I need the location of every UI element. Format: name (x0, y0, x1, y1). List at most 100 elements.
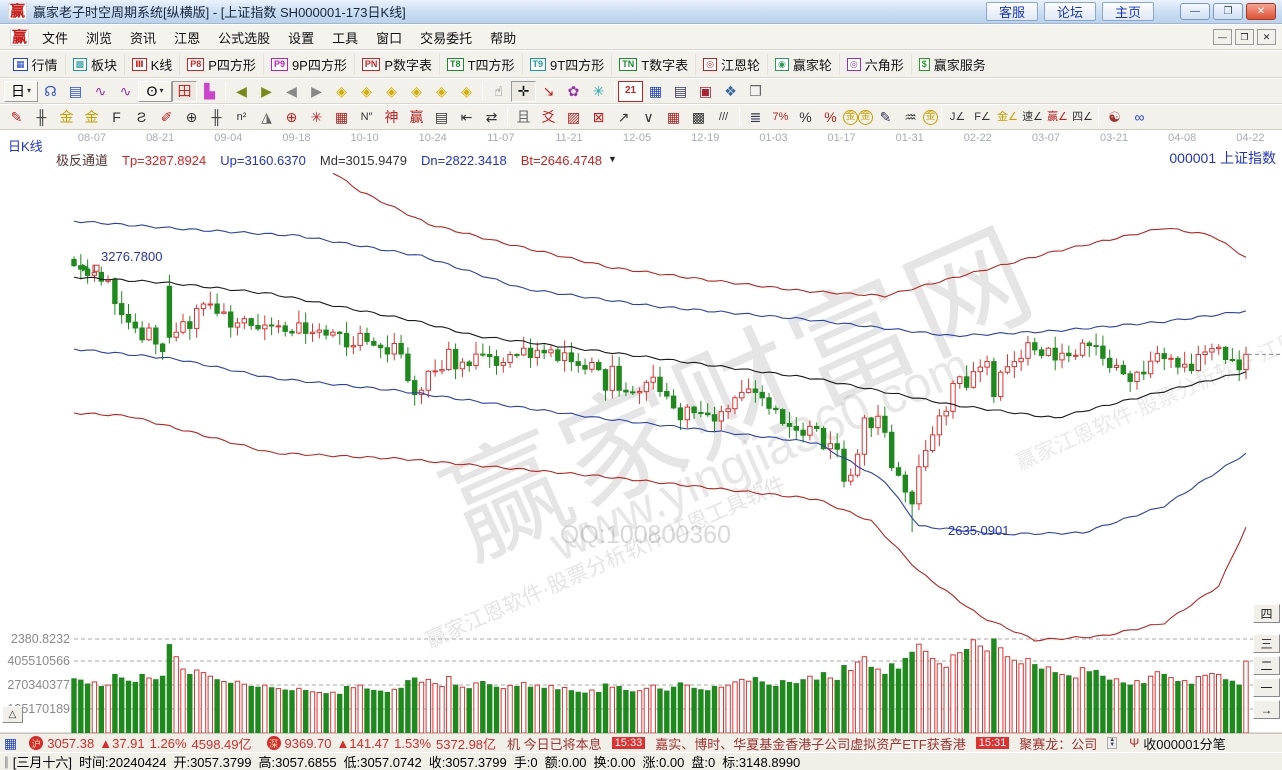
gold-comb-icon[interactable]: 金 (54, 107, 79, 128)
forum-button[interactable]: 论坛 (1044, 2, 1096, 21)
toolbar-button-江恩轮[interactable]: ◎江恩轮 (695, 54, 767, 75)
toolbar-button-K线[interactable]: ⅢK线 (124, 54, 179, 75)
menu-item-8[interactable]: 交易委托 (411, 26, 481, 49)
diamond-left-icon[interactable]: ◈ (329, 81, 354, 102)
toolbar-button-T数字表[interactable]: TNT数字表 (611, 54, 695, 75)
crosshair-icon[interactable]: ✛ (511, 81, 536, 102)
rays-icon[interactable]: 爻 (536, 107, 561, 128)
pencil-icon[interactable]: ✎ (4, 107, 29, 128)
sz-index-price[interactable]: 9369.70 (285, 736, 332, 751)
first-bar-icon[interactable]: ◀ (229, 81, 254, 102)
f-angle-icon[interactable]: F∠ (970, 107, 995, 128)
calculator-icon[interactable]: ▦ (643, 81, 668, 102)
pen2-icon[interactable]: ✐ (154, 107, 179, 128)
lattice-icon[interactable]: 田 (172, 81, 197, 102)
angle-tool-icon[interactable]: ◮ (254, 107, 279, 128)
hook-icon[interactable]: Ƨ (129, 107, 154, 128)
pen3-icon[interactable]: ✎ (873, 107, 898, 128)
toolbar-button-9T四方形[interactable]: T99T四方形 (522, 54, 612, 75)
pane-split-button-5[interactable]: → (1253, 700, 1280, 719)
range-icon[interactable]: ⇄ (479, 107, 504, 128)
diamond-expand-icon[interactable]: ◈ (379, 81, 404, 102)
flower-icon[interactable]: ✿ (561, 81, 586, 102)
percent-icon[interactable]: % (793, 107, 818, 128)
gold-comb2-icon[interactable]: 金 (79, 107, 104, 128)
windows-icon[interactable]: ❖ (718, 81, 743, 102)
grid-red2-icon[interactable]: ▦ (661, 107, 686, 128)
maximize-button[interactable]: ❐ (1213, 3, 1243, 20)
colorful-chart-icon[interactable]: ▙ (197, 81, 222, 102)
trendline-icon[interactable]: ↘ (536, 81, 561, 102)
period-selector[interactable]: 日▾ (4, 81, 38, 102)
four-angle-icon[interactable]: 四∠ (1070, 107, 1095, 128)
j-angle-icon[interactable]: J∠ (945, 107, 970, 128)
list-icon[interactable]: ≣ (743, 107, 768, 128)
menu-item-1[interactable]: 浏览 (77, 26, 121, 49)
percent-line-icon[interactable]: % (818, 107, 843, 128)
menu-item-0[interactable]: 文件 (33, 26, 77, 49)
market-grid-icon[interactable]: ▦ (4, 735, 17, 752)
n-squared-icon[interactable]: n² (229, 107, 254, 128)
menu-item-6[interactable]: 工具 (323, 26, 367, 49)
homepage-button[interactable]: 主页 (1102, 2, 1154, 21)
gold-angle-icon[interactable]: 金∠ (995, 107, 1020, 128)
pane-split-button-1[interactable]: 四 (1253, 604, 1280, 623)
quote-list-icon[interactable]: ▤ (63, 81, 88, 102)
toolbar-button-赢家服务[interactable]: $赢家服务 (911, 54, 993, 75)
shen-comb-icon[interactable]: 神 (379, 107, 404, 128)
tick-feed-label[interactable]: 收000001分笔 (1143, 734, 1225, 753)
ying-comb-icon[interactable]: 赢 (404, 107, 429, 128)
diamond-right-icon[interactable]: ◈ (354, 81, 379, 102)
toolbar-button-行情[interactable]: ▦行情 (6, 54, 65, 75)
calendar-icon[interactable]: 21 (618, 81, 643, 102)
save-icon[interactable]: ▣ (693, 81, 718, 102)
line-icon[interactable]: ↗ (611, 107, 636, 128)
box-x-icon[interactable]: ⊠ (586, 107, 611, 128)
mdi-minimize-button[interactable]: — (1213, 29, 1232, 45)
wave-icon[interactable]: ♒ (898, 107, 923, 128)
hatch-icon[interactable]: /// (711, 107, 736, 128)
gold-coin2-icon[interactable]: 金 (858, 110, 873, 125)
pane-split-button-2[interactable]: 三 (1253, 634, 1280, 653)
notes-icon[interactable]: ▤ (668, 81, 693, 102)
minimize-button[interactable]: — (1180, 3, 1210, 20)
diamond-cross-icon[interactable]: ◈ (454, 81, 479, 102)
shaded-box-icon[interactable]: ▨ (561, 107, 586, 128)
toolbar-button-赢家轮[interactable]: ◉赢家轮 (767, 54, 839, 75)
toolbar-button-P四方形[interactable]: P8P四方形 (179, 54, 263, 75)
toolbar-button-六角形[interactable]: ◎六角形 (839, 54, 911, 75)
wave3-icon[interactable]: ∿ (88, 81, 113, 102)
prev-bar-icon[interactable]: ◀ (279, 81, 304, 102)
gold-coin-icon[interactable]: 金 (843, 110, 858, 125)
last-bar-icon[interactable]: ▶ (254, 81, 279, 102)
red-grid-icon[interactable]: ▦ (329, 107, 354, 128)
toolbar-button-板块[interactable]: ▩板块 (65, 54, 125, 75)
taiji-icon[interactable]: ☯ (1102, 107, 1127, 128)
volume-pane-toggle-button[interactable]: △ (2, 706, 23, 723)
style-selector[interactable]: ʘ▾ (138, 81, 172, 102)
mdi-restore-button[interactable]: ❐ (1235, 29, 1254, 45)
menu-item-9[interactable]: 帮助 (481, 26, 525, 49)
menu-item-2[interactable]: 资讯 (121, 26, 165, 49)
next-bar-icon[interactable]: ▶ (304, 81, 329, 102)
infinity-icon[interactable]: ∞ (1127, 107, 1152, 128)
pane-split-button-3[interactable]: 二 (1253, 656, 1280, 675)
customer-service-button[interactable]: 客服 (986, 2, 1038, 21)
toolbar-button-P数字表[interactable]: PNP数字表 (354, 54, 439, 75)
comb2-icon[interactable]: ╫ (204, 107, 229, 128)
n-wave-icon[interactable]: N″ (354, 107, 379, 128)
network-icon[interactable]: ☊ (38, 81, 63, 102)
ticker-spinner[interactable]: ▲▼ (1107, 737, 1117, 749)
toolbar-button-T四方形[interactable]: T8T四方形 (439, 54, 521, 75)
ying-angle-icon[interactable]: 赢∠ (1045, 107, 1070, 128)
period-label[interactable]: 日K线 (8, 136, 43, 155)
export-icon[interactable]: ❒ (743, 81, 768, 102)
menu-item-5[interactable]: 设置 (279, 26, 323, 49)
news-ticker[interactable]: 机 今日已将本息15:33嘉实、博时、华夏基金香港子公司虚拟资产ETF获香港15… (501, 734, 1103, 753)
box-handle-icon[interactable]: 且 (511, 107, 536, 128)
gold-coin3-icon[interactable]: 金 (923, 110, 938, 125)
sh-index-price[interactable]: 3057.38 (47, 736, 94, 751)
diamond-plus-icon[interactable]: ◈ (429, 81, 454, 102)
chevron-down-icon[interactable]: ▼ (608, 154, 617, 164)
wave9-icon[interactable]: ∿ (113, 81, 138, 102)
